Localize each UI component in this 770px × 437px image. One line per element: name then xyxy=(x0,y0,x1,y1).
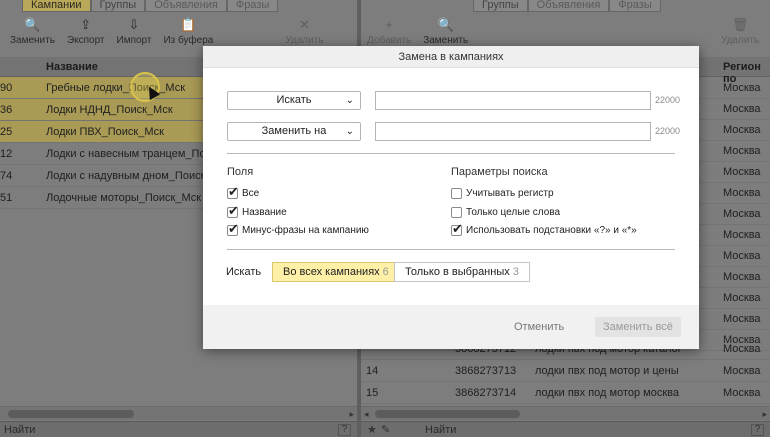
delete-icon: ✕ xyxy=(298,17,310,32)
tab-phrases[interactable]: Фразы xyxy=(226,0,279,12)
search-icon: 🔍 xyxy=(24,17,41,32)
horizontal-scrollbar[interactable]: ▸ xyxy=(0,406,357,420)
checkbox-empty-icon xyxy=(451,207,462,218)
field-negative-phrases-checkbox[interactable]: Минус-фразы на кампанию xyxy=(227,221,369,237)
checkbox-checked-icon xyxy=(227,221,239,237)
add-icon: + xyxy=(385,17,393,32)
fields-section-title: Поля xyxy=(227,166,254,178)
scroll-left-icon[interactable]: ◂ xyxy=(364,407,369,421)
case-sensitive-checkbox[interactable]: Учитывать регистр xyxy=(451,188,554,199)
right-statusbar: ★ ✎ Найти ? xyxy=(361,421,770,437)
scroll-right-icon[interactable]: ▸ xyxy=(349,407,354,421)
dialog-title: Замена в кампаниях xyxy=(203,46,699,68)
table-row[interactable]: 14 3868273713 лодки пвх под мотор и цены… xyxy=(361,360,770,382)
find-field[interactable]: Найти xyxy=(4,422,35,437)
tab-phrases[interactable]: Фразы xyxy=(609,0,661,12)
replace-all-button[interactable]: Заменить всё xyxy=(595,317,681,337)
scrollbar-thumb[interactable] xyxy=(375,410,520,418)
right-toolbar-end: 🗑 Удалить xyxy=(721,17,770,47)
search-char-limit: 22000 xyxy=(655,95,681,105)
chevron-down-icon: ⌄ xyxy=(345,126,354,137)
delete-icon: 🗑 xyxy=(731,17,749,32)
search-mode-select[interactable]: Искать ⌄ xyxy=(227,91,361,110)
replace-input[interactable] xyxy=(375,122,651,141)
edit-icon[interactable]: ✎ xyxy=(381,423,390,436)
left-statusbar: Найти ? xyxy=(0,421,357,437)
scrollbar-thumb[interactable] xyxy=(8,410,134,418)
search-params-title: Параметры поиска xyxy=(451,166,548,178)
field-name-checkbox[interactable]: Название xyxy=(227,203,287,219)
left-tabs: Кампании Группы Объявления Фразы xyxy=(22,0,279,12)
wildcards-checkbox[interactable]: Использовать подстановки «?» и «*» xyxy=(451,221,637,237)
replace-dialog: Замена в кампаниях Искать ⌄ 22000 Замени… xyxy=(203,46,699,349)
scope-all-campaigns-button[interactable]: Во всех кампаниях 6 xyxy=(272,262,400,282)
cancel-button[interactable]: Отменить xyxy=(508,317,570,337)
dialog-footer: Отменить Заменить всё xyxy=(203,305,699,349)
checkbox-checked-icon xyxy=(227,203,239,219)
left-toolbar: 🔍 Заменить ⇪ Экспорт ⇩ Импорт 📋 Из буфер… xyxy=(10,17,336,47)
table-row[interactable]: 15 3868273714 лодки пвх под мотор москва… xyxy=(361,382,770,404)
tab-groups[interactable]: Группы xyxy=(473,0,528,12)
scope-selected-button[interactable]: Только в выбранных 3 xyxy=(394,262,530,282)
import-button[interactable]: ⇩ Импорт xyxy=(117,17,152,47)
scope-label: Искать xyxy=(226,266,262,278)
checkbox-empty-icon xyxy=(451,188,462,199)
search-icon: 🔍 xyxy=(437,17,454,32)
column-header-name[interactable]: Название xyxy=(46,61,98,73)
whole-words-checkbox[interactable]: Только целые слова xyxy=(451,207,560,218)
export-icon: ⇪ xyxy=(80,17,92,32)
import-icon: ⇩ xyxy=(128,17,140,32)
divider xyxy=(227,153,675,154)
divider xyxy=(227,249,675,250)
star-icon[interactable]: ★ xyxy=(367,423,377,436)
tab-groups[interactable]: Группы xyxy=(90,0,146,12)
search-input[interactable] xyxy=(375,91,651,110)
scroll-right-icon[interactable]: ▸ xyxy=(762,407,767,421)
tab-ads[interactable]: Объявления xyxy=(145,0,227,12)
replace-button[interactable]: 🔍 Заменить xyxy=(423,17,468,47)
delete-button[interactable]: 🗑 Удалить xyxy=(721,17,759,47)
chevron-down-icon: ⌄ xyxy=(345,95,354,106)
right-toolbar: + Добавить 🔍 Заменить xyxy=(367,17,480,47)
clipboard-icon: 📋 xyxy=(180,17,197,32)
help-icon[interactable]: ? xyxy=(338,424,351,436)
tab-campaigns[interactable]: Кампании xyxy=(22,0,91,12)
find-field[interactable]: Найти xyxy=(425,422,456,437)
checkbox-checked-icon xyxy=(227,184,239,200)
delete-button[interactable]: ✕ Удалить xyxy=(285,17,323,47)
field-all-checkbox[interactable]: Все xyxy=(227,184,259,200)
from-clipboard-button[interactable]: 📋 Из буфера xyxy=(163,17,213,47)
replace-button[interactable]: 🔍 Заменить xyxy=(10,17,55,47)
tab-ads[interactable]: Объявления xyxy=(527,0,610,12)
export-button[interactable]: ⇪ Экспорт xyxy=(67,17,105,47)
replace-mode-select[interactable]: Заменить на ⌄ xyxy=(227,122,361,141)
horizontal-scrollbar[interactable]: ◂ ▸ xyxy=(361,406,770,420)
checkbox-checked-icon xyxy=(451,221,463,237)
right-tabs: Группы Объявления Фразы xyxy=(473,0,661,12)
add-button[interactable]: + Добавить xyxy=(367,17,411,47)
replace-char-limit: 22000 xyxy=(655,126,681,136)
help-icon[interactable]: ? xyxy=(751,424,764,436)
